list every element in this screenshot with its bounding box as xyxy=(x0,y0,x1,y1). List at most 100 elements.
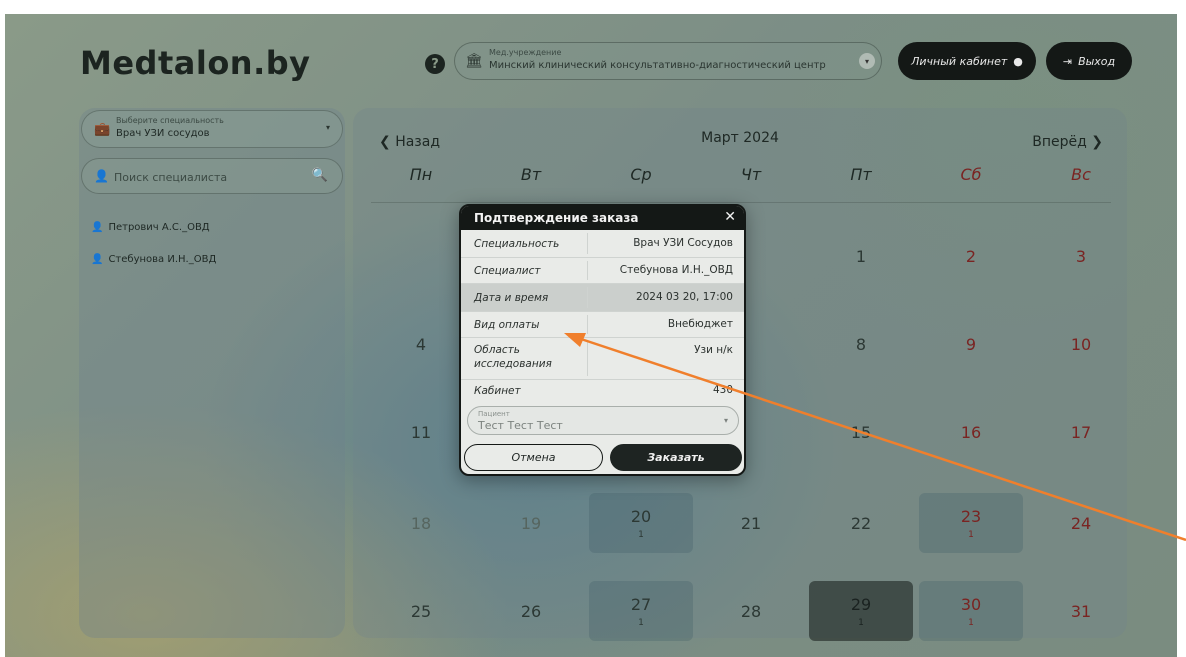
day-number: 4 xyxy=(415,334,427,354)
row-separator xyxy=(587,287,588,308)
site-logo[interactable]: Medtalon.by xyxy=(80,44,311,82)
order-button[interactable]: Заказать xyxy=(610,444,742,471)
cabinet-label: Личный кабинет xyxy=(911,54,1008,68)
weekday-header: Вт xyxy=(520,165,542,184)
search-icon[interactable]: 🔍 xyxy=(312,168,328,183)
cancel-button[interactable]: Отмена xyxy=(464,444,603,471)
day-number: 27 xyxy=(630,594,652,614)
row-value: Внебюджет xyxy=(667,318,733,330)
specialist-search[interactable]: 👤 🔍 xyxy=(81,158,343,194)
calendar-day[interactable]: 30 1 xyxy=(919,581,1023,641)
calendar-day: 21 xyxy=(699,493,803,553)
row-label: Дата и время xyxy=(474,292,549,304)
row-value: 2024 03 20, 17:00 xyxy=(635,291,733,303)
institution-label: Мед.учреждение xyxy=(489,48,562,57)
patient-label: Пациент xyxy=(478,410,510,418)
day-number: 21 xyxy=(740,513,762,533)
calendar-day: 8 xyxy=(809,314,913,374)
day-number: 19 xyxy=(520,513,542,533)
day-number: 31 xyxy=(1070,601,1092,621)
slot-count: 1 xyxy=(858,617,864,628)
weekday-header: Ср xyxy=(630,165,652,184)
detail-row-specialty: Специальность Врач УЗИ Сосудов xyxy=(461,230,744,258)
logout-label: Выход xyxy=(1078,54,1116,68)
chevron-down-icon: ▾ xyxy=(325,123,330,132)
institution-select[interactable]: 🏛 Мед.учреждение Минский клинический кон… xyxy=(454,42,882,80)
day-number: 25 xyxy=(410,601,432,621)
weekday-header: Вс xyxy=(1071,165,1091,184)
row-value: Стебунова И.Н._ОВД xyxy=(619,264,733,276)
month-title: Март 2024 xyxy=(701,130,779,146)
order-confirmation-dialog: Подтверждение заказа ✕ Специальность Вра… xyxy=(459,204,746,476)
calendar-day: 28 xyxy=(699,581,803,641)
close-icon[interactable]: ✕ xyxy=(724,209,736,225)
building-icon: 🏛 xyxy=(465,53,483,69)
patient-select[interactable]: Пациент Тест Тест Тест ▾ xyxy=(467,406,739,435)
row-label: Вид оплаты xyxy=(474,319,540,331)
day-number: 28 xyxy=(740,601,762,621)
calendar-day[interactable]: 29 1 xyxy=(809,581,913,641)
calendar-day: 16 xyxy=(919,402,1023,462)
slot-count: 1 xyxy=(638,617,644,628)
specialty-value: Врач УЗИ сосудов xyxy=(116,128,210,139)
day-number: 24 xyxy=(1070,513,1092,533)
calendar-day: 19 xyxy=(479,493,583,553)
calendar-day: 17 xyxy=(1029,402,1133,462)
slot-count: 1 xyxy=(968,529,974,540)
day-number: 2 xyxy=(965,246,977,266)
calendar-day: 10 xyxy=(1029,314,1133,374)
day-number: 29 xyxy=(850,594,872,614)
person-icon: 👤 xyxy=(94,169,109,183)
weekday-header: Сб xyxy=(960,165,982,184)
row-value: 430 xyxy=(712,384,733,396)
personal-cabinet-button[interactable]: Личный кабинет ● xyxy=(898,42,1036,80)
next-label: Вперёд xyxy=(1032,134,1087,150)
dialog-header: Подтверждение заказа ✕ xyxy=(461,206,744,230)
help-icon[interactable]: ? xyxy=(425,54,445,74)
detail-row-specialist: Специалист Стебунова И.Н._ОВД xyxy=(461,258,744,284)
day-number: 30 xyxy=(960,594,982,614)
row-label: Кабинет xyxy=(474,385,521,397)
calendar-day: 31 xyxy=(1029,581,1133,641)
person-icon: 👤 xyxy=(91,254,104,265)
row-label: Область исследования xyxy=(474,344,552,370)
row-separator xyxy=(587,315,588,334)
calendar-day: 26 xyxy=(479,581,583,641)
dialog-title: Подтверждение заказа xyxy=(474,211,639,225)
day-number: 1 xyxy=(855,246,867,266)
chevron-down-icon[interactable]: ▾ xyxy=(859,53,875,69)
next-month-button[interactable]: Вперёд ❯ xyxy=(1032,134,1103,150)
day-number: 11 xyxy=(410,422,432,442)
day-number: 26 xyxy=(520,601,542,621)
sidebar-item-doctor[interactable]: 👤 Стебунова И.Н._ОВД xyxy=(91,254,216,265)
day-number: 9 xyxy=(965,334,977,354)
person-icon: 👤 xyxy=(91,222,104,233)
day-number: 8 xyxy=(855,334,867,354)
calendar-day: 18 xyxy=(369,493,473,553)
day-number: 17 xyxy=(1070,422,1092,442)
specialty-select[interactable]: 💼 Выберите специальность Врач УЗИ сосудо… xyxy=(81,110,343,148)
calendar-day[interactable]: 23 1 xyxy=(919,493,1023,553)
doctor-name: Стебунова И.Н._ОВД xyxy=(108,254,217,265)
row-label: Специальность xyxy=(474,238,560,250)
slot-count: 1 xyxy=(638,529,644,540)
calendar-day: 2 xyxy=(919,226,1023,286)
logout-button[interactable]: ⇥ Выход xyxy=(1046,42,1132,80)
logout-icon: ⇥ xyxy=(1062,54,1073,68)
slot-count: 1 xyxy=(968,617,974,628)
doctor-name: Петрович А.С._ОВД xyxy=(108,222,210,233)
sidebar: 💼 Выберите специальность Врач УЗИ сосудо… xyxy=(79,108,345,638)
sidebar-item-doctor[interactable]: 👤 Петрович А.С._ОВД xyxy=(91,222,210,233)
day-number: 18 xyxy=(410,513,432,533)
calendar-day[interactable]: 20 1 xyxy=(589,493,693,553)
search-input[interactable] xyxy=(114,167,304,187)
calendar-day: 4 xyxy=(369,314,473,374)
row-value: Врач УЗИ Сосудов xyxy=(633,237,733,249)
row-separator xyxy=(587,233,588,254)
day-number: 20 xyxy=(630,506,652,526)
detail-row-datetime: Дата и время 2024 03 20, 17:00 xyxy=(461,284,744,312)
chevron-right-icon: ❯ xyxy=(1091,134,1103,150)
calendar-day[interactable]: 27 1 xyxy=(589,581,693,641)
row-separator xyxy=(587,261,588,280)
day-number: 23 xyxy=(960,506,982,526)
